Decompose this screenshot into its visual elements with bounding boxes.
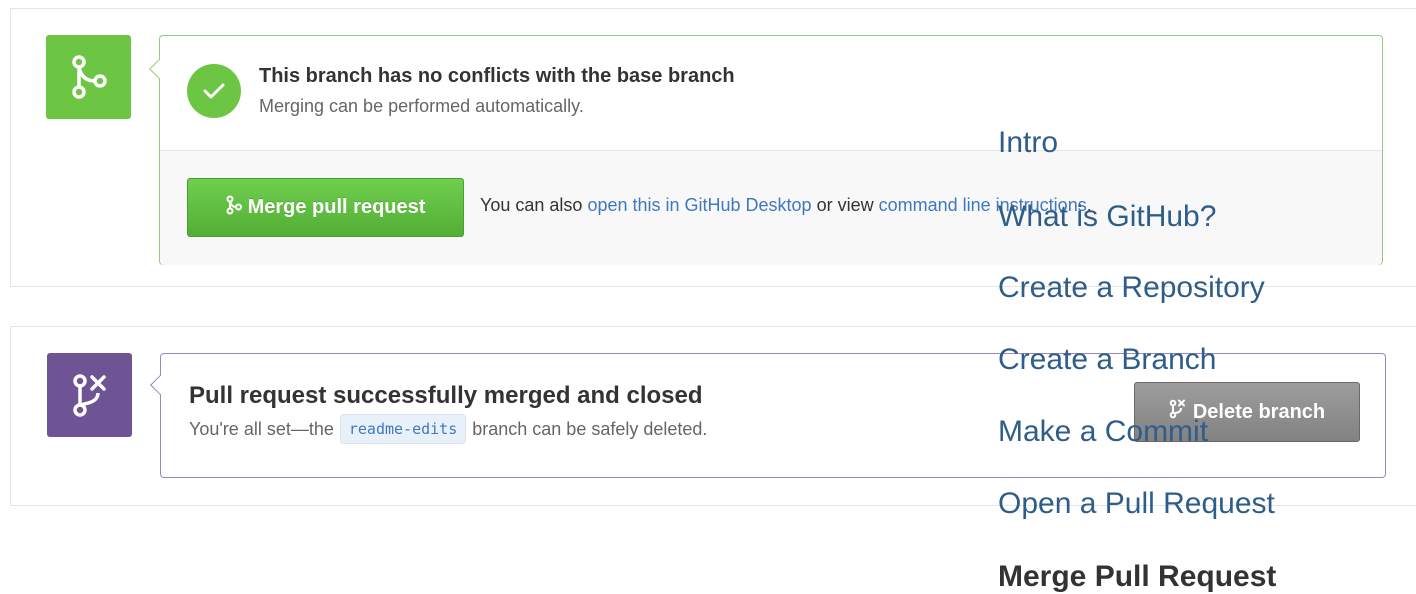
git-branch-delete-icon — [47, 353, 132, 437]
merge-status-title: This branch has no conflicts with the ba… — [259, 65, 735, 87]
guide-nav-item-make-commit[interactable]: Make a Commit — [998, 417, 1208, 447]
merged-subtitle-prefix: You're all set—the — [189, 418, 334, 439]
guide-nav-item-intro[interactable]: Intro — [998, 128, 1058, 158]
branch-name-badge: readme-edits — [339, 414, 467, 444]
guide-nav-item-create-repository[interactable]: Create a Repository — [998, 273, 1265, 303]
footer-middle: or view — [816, 195, 874, 215]
open-in-desktop-link[interactable]: open this in GitHub Desktop — [587, 195, 811, 215]
check-icon — [187, 64, 241, 118]
merge-status-subtitle: Merging can be performed automatically. — [259, 96, 584, 116]
guide-nav-item-create-branch[interactable]: Create a Branch — [998, 345, 1216, 375]
guide-nav-item-open-pull-request[interactable]: Open a Pull Request — [998, 489, 1275, 519]
merge-button-label: Merge pull request — [247, 196, 426, 218]
merged-status-title: Pull request successfully merged and clo… — [189, 382, 703, 409]
delete-branch-label: Delete branch — [1192, 400, 1326, 423]
guide-nav-item-merge-pull-request[interactable]: Merge Pull Request — [998, 562, 1276, 592]
merge-pull-request-button[interactable]: Merge pull request — [187, 178, 464, 237]
merged-subtitle-suffix: branch can be safely deleted. — [472, 418, 708, 439]
merged-status-subtitle: You're all set—the readme-edits branch c… — [189, 414, 707, 444]
guide-nav-item-what-is-github[interactable]: What is GitHub? — [998, 202, 1216, 232]
git-merge-icon — [46, 35, 131, 119]
git-merge-icon — [226, 195, 242, 221]
footer-prefix: You can also — [480, 195, 583, 215]
